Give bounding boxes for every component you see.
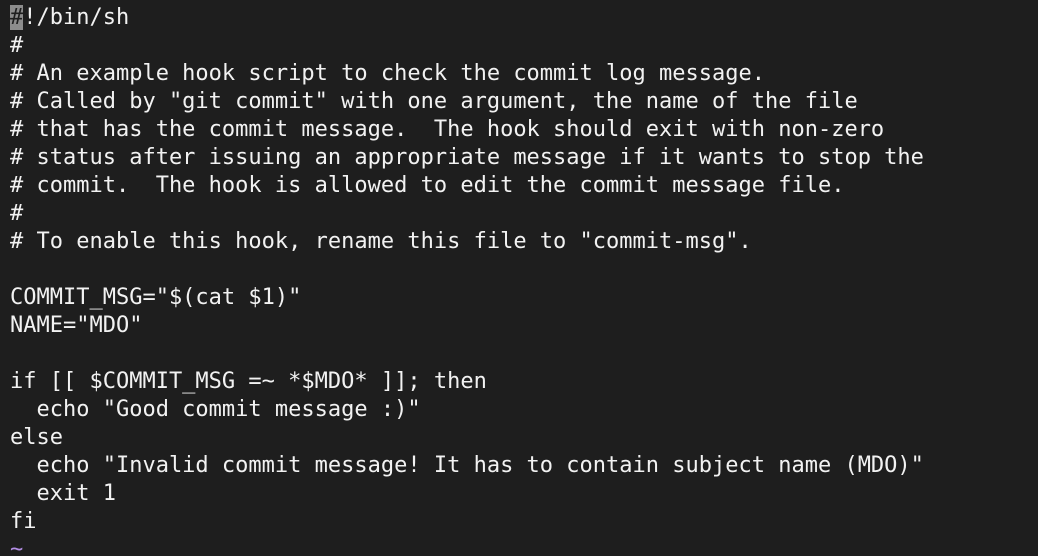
editor-line-17[interactable]: echo "Invalid commit message! It has to … xyxy=(0,452,1038,480)
editor-line-14[interactable]: if [[ $COMMIT_MSG =~ *$MDO* ]]; then xyxy=(0,368,1038,396)
editor-line-11[interactable]: COMMIT_MSG="$(cat $1)" xyxy=(0,284,1038,312)
editor-line-4[interactable]: # Called by "git commit" with one argume… xyxy=(0,88,1038,116)
empty-line-marker: ~ xyxy=(10,537,24,556)
editor-line-18[interactable]: exit 1 xyxy=(0,480,1038,508)
editor-line-13[interactable] xyxy=(0,340,1038,368)
editor-line-12[interactable]: NAME="MDO" xyxy=(0,312,1038,340)
text-editor[interactable]: #!/bin/sh # # An example hook script to … xyxy=(0,0,1038,556)
editor-line-3[interactable]: # An example hook script to check the co… xyxy=(0,60,1038,88)
editor-line-19[interactable]: fi xyxy=(0,508,1038,536)
editor-line-9[interactable]: # To enable this hook, rename this file … xyxy=(0,228,1038,256)
editor-line-6[interactable]: # status after issuing an appropriate me… xyxy=(0,144,1038,172)
editor-line-8[interactable]: # xyxy=(0,200,1038,228)
editor-line-5[interactable]: # that has the commit message. The hook … xyxy=(0,116,1038,144)
editor-line-2[interactable]: # xyxy=(0,32,1038,60)
editor-line-1[interactable]: #!/bin/sh xyxy=(0,4,1038,32)
editor-line-7[interactable]: # commit. The hook is allowed to edit th… xyxy=(0,172,1038,200)
editor-line-16[interactable]: else xyxy=(0,424,1038,452)
editor-line-10[interactable] xyxy=(0,256,1038,284)
editor-line-15[interactable]: echo "Good commit message :)" xyxy=(0,396,1038,424)
line-text: !/bin/sh xyxy=(23,5,130,30)
cursor: # xyxy=(10,5,24,30)
